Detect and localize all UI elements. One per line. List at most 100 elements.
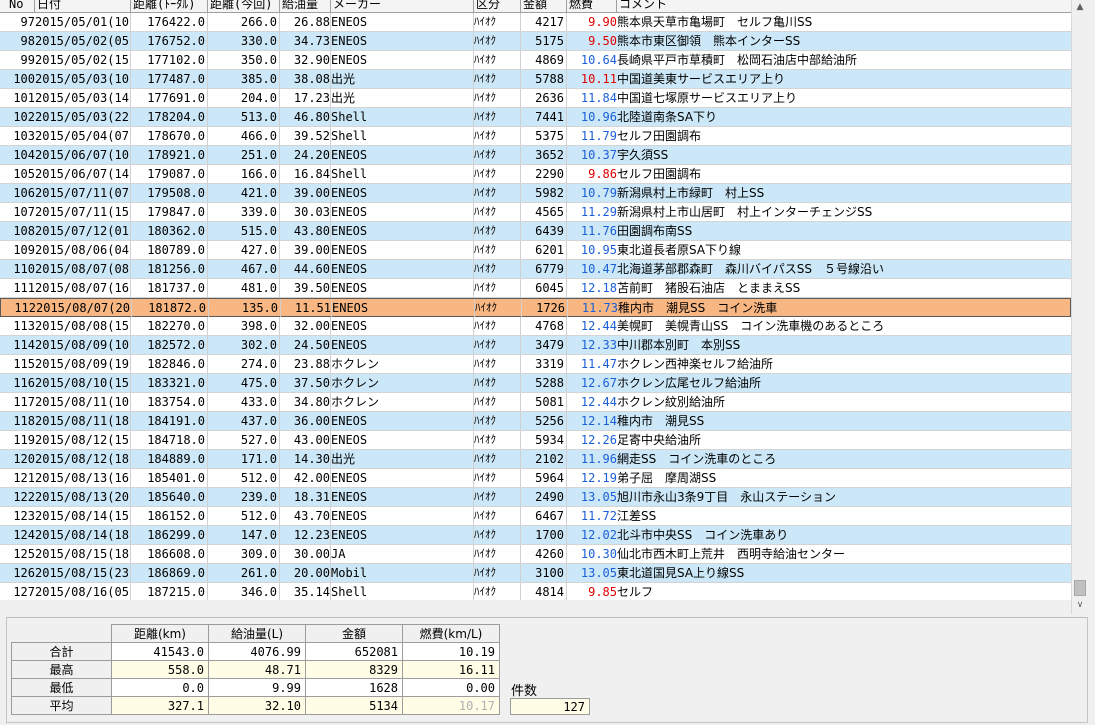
header-kind[interactable]: 区分 xyxy=(474,0,521,12)
row-odometer: 187215.0 xyxy=(131,583,208,600)
header-amount[interactable]: 金額 xyxy=(521,0,567,12)
table-row[interactable]: 116 2015/08/10(15) 183321.0 475.0 37.50 ホクレンﾊ… xyxy=(0,374,1071,393)
table-row[interactable]: 103 2015/05/04(07) 178670.0 466.0 39.52 Shell… xyxy=(0,127,1071,146)
table-row[interactable]: 127 2015/08/16(05) 187215.0 346.0 35.14 Shell… xyxy=(0,583,1071,600)
table-row[interactable]: 107 2015/07/11(15) 179847.0 339.0 30.03 ENEOS… xyxy=(0,203,1071,222)
table-row[interactable]: 115 2015/08/09(19) 182846.0 274.0 23.88 ホクレンﾊ… xyxy=(0,355,1071,374)
row-date: 2015/08/09(19) xyxy=(35,355,131,373)
row-comment: 熊本県天草市亀場町 セルフ亀川SS xyxy=(617,15,813,29)
row-distance: 251.0 xyxy=(208,146,280,164)
header-comment[interactable]: コメント xyxy=(617,0,1071,12)
header-date[interactable]: 日付 xyxy=(35,0,131,12)
table-row[interactable]: 113 2015/08/08(15) 182270.0 398.0 32.00 ENEOS… xyxy=(0,317,1071,336)
row-maker: ホクレン xyxy=(331,393,474,411)
table-row[interactable]: 124 2015/08/14(18) 186299.0 147.0 12.23 ENEOS… xyxy=(0,526,1071,545)
row-comment: 熊本市東区御領 熊本インターSS xyxy=(617,34,801,48)
table-row[interactable]: 102 2015/05/03(22) 178204.0 513.0 46.80 Shell… xyxy=(0,108,1071,127)
row-number: 105 xyxy=(13,167,35,181)
table-row[interactable]: 108 2015/07/12(01) 180362.0 515.0 43.80 ENEOS… xyxy=(0,222,1071,241)
table-row[interactable]: 101 2015/05/03(14) 177691.0 204.0 17.23 出光 ﾊｲｵ… xyxy=(0,89,1071,108)
row-amount: 5964 xyxy=(521,469,567,487)
table-row-selected[interactable]: 112 2015/08/07(20) 181872.0 135.0 11.51 ENEOS… xyxy=(0,298,1071,317)
table-row[interactable]: 99 2015/05/02(15) 177102.0 350.0 32.90 ENEOS ﾊ… xyxy=(0,51,1071,70)
row-odometer: 181256.0 xyxy=(131,260,208,278)
row-comment: 宇久須SS xyxy=(617,148,669,162)
chevron-down-icon[interactable]: ∨ xyxy=(1072,598,1088,612)
table-row[interactable]: 117 2015/08/11(10) 183754.0 433.0 34.80 ホクレンﾊ… xyxy=(0,393,1071,412)
header-odometer[interactable]: 距離(ﾄｰﾀﾙ) xyxy=(131,0,208,12)
table-row[interactable]: 98 2015/05/02(05) 176752.0 330.0 34.73 ENEOS ﾊ… xyxy=(0,32,1071,51)
row-odometer: 176422.0 xyxy=(131,13,208,31)
row-comment: 足寄中央給油所 xyxy=(617,433,702,447)
scrollbar-thumb[interactable] xyxy=(1074,580,1086,596)
fuel-log-grid[interactable]: No 日付 距離(ﾄｰﾀﾙ) 距離(今回) 給油量 メーカー 区分 金額 燃費 … xyxy=(0,0,1071,600)
summary-value: 32.10 xyxy=(208,696,306,715)
table-row[interactable]: 123 2015/08/14(15) 186152.0 512.0 43.70 ENEOS… xyxy=(0,507,1071,526)
row-fuel: 18.31 xyxy=(280,488,331,506)
table-row[interactable]: 104 2015/06/07(10) 178921.0 251.0 24.20 ENEOS… xyxy=(0,146,1071,165)
row-number: 118 xyxy=(13,414,35,428)
row-kind: ﾊｲｵｸ xyxy=(475,299,522,317)
row-odometer: 179087.0 xyxy=(131,165,208,183)
table-row[interactable]: 125 2015/08/15(18) 186608.0 309.0 30.00 JA ﾊｲｵ… xyxy=(0,545,1071,564)
row-maker: Mobil xyxy=(331,564,474,582)
row-fuel: 43.70 xyxy=(280,507,331,525)
row-fuel: 43.00 xyxy=(280,431,331,449)
vertical-scrollbar[interactable]: ▲ ∨ xyxy=(1071,0,1088,614)
row-comment: セルフ田園調布 xyxy=(617,129,702,143)
table-row[interactable]: 118 2015/08/11(18) 184191.0 437.0 36.00 ENEOS… xyxy=(0,412,1071,431)
row-kind: ﾊｲｵｸ xyxy=(474,108,521,126)
row-odometer: 183321.0 xyxy=(131,374,208,392)
table-row[interactable]: 126 2015/08/15(23) 186869.0 261.0 20.00 Mobil… xyxy=(0,564,1071,583)
row-date: 2015/06/07(14) xyxy=(35,165,131,183)
summary-value: 16.11 xyxy=(402,660,500,679)
row-amount: 3479 xyxy=(521,336,567,354)
row-number: 122 xyxy=(13,490,35,504)
row-amount: 4260 xyxy=(521,545,567,563)
row-maker: 出光 xyxy=(331,450,474,468)
table-row[interactable]: 100 2015/05/03(10) 177487.0 385.0 38.08 出光 ﾊｲｵ… xyxy=(0,70,1071,89)
summary-header-fuel: 給油量(L) xyxy=(208,624,306,643)
row-odometer: 180789.0 xyxy=(131,241,208,259)
header-no[interactable]: No xyxy=(7,0,35,12)
row-maker: Shell xyxy=(331,583,474,600)
header-maker[interactable]: メーカー xyxy=(331,0,474,12)
table-row[interactable]: 122 2015/08/13(20) 185640.0 239.0 18.31 ENEOS… xyxy=(0,488,1071,507)
row-date: 2015/08/15(23) xyxy=(35,564,131,582)
row-maker: Shell xyxy=(331,127,474,145)
row-date: 2015/05/01(10) xyxy=(35,13,131,31)
table-row[interactable]: 120 2015/08/12(18) 184889.0 171.0 14.30 出光 ﾊｲｵ… xyxy=(0,450,1071,469)
row-efficiency: 9.50 xyxy=(588,34,617,48)
row-comment: セルフ田園調布 xyxy=(617,167,702,181)
row-date: 2015/08/06(04) xyxy=(35,241,131,259)
table-row[interactable]: 106 2015/07/11(07) 179508.0 421.0 39.00 ENEOS… xyxy=(0,184,1071,203)
table-row[interactable]: 97 2015/05/01(10) 176422.0 266.0 26.88 ENEOS ﾊ… xyxy=(0,13,1071,32)
table-row[interactable]: 109 2015/08/06(04) 180789.0 427.0 39.00 ENEOS… xyxy=(0,241,1071,260)
table-row[interactable]: 111 2015/08/07(16) 181737.0 481.0 39.50 ENEOS… xyxy=(0,279,1071,298)
row-efficiency: 12.67 xyxy=(580,376,617,390)
row-fuel: 12.23 xyxy=(280,526,331,544)
row-kind: ﾊｲｵｸ xyxy=(474,336,521,354)
triangle-up-icon[interactable]: ▲ xyxy=(1072,0,1088,14)
row-comment: 旭川市永山3条9丁目 永山ステーション xyxy=(617,490,837,504)
row-fuel: 32.90 xyxy=(280,51,331,69)
row-odometer: 178670.0 xyxy=(131,127,208,145)
row-efficiency: 10.30 xyxy=(580,547,617,561)
table-row[interactable]: 119 2015/08/12(15) 184718.0 527.0 43.00 ENEOS… xyxy=(0,431,1071,450)
row-comment: ホクレン西神楽セルフ給油所 xyxy=(617,357,774,371)
row-kind: ﾊｲｵｸ xyxy=(474,374,521,392)
row-amount: 5982 xyxy=(521,184,567,202)
table-row[interactable]: 105 2015/06/07(14) 179087.0 166.0 16.84 Shell… xyxy=(0,165,1071,184)
table-row[interactable]: 114 2015/08/09(10) 182572.0 302.0 24.50 ENEOS… xyxy=(0,336,1071,355)
row-distance: 433.0 xyxy=(208,393,280,411)
table-row[interactable]: 110 2015/08/07(08) 181256.0 467.0 44.60 ENEOS… xyxy=(0,260,1071,279)
row-comment: 北海道茅部郡森町 森川バイパスSS ５号線沿い xyxy=(617,262,884,276)
row-odometer: 181737.0 xyxy=(131,279,208,297)
row-date: 2015/08/07(16) xyxy=(35,279,131,297)
header-distance[interactable]: 距離(今回) xyxy=(208,0,280,12)
header-fuel[interactable]: 給油量 xyxy=(280,0,331,12)
row-amount: 6467 xyxy=(521,507,567,525)
row-number: 107 xyxy=(13,205,35,219)
table-row[interactable]: 121 2015/08/13(16) 185401.0 512.0 42.00 ENEOS… xyxy=(0,469,1071,488)
header-efficiency[interactable]: 燃費 xyxy=(567,0,617,12)
